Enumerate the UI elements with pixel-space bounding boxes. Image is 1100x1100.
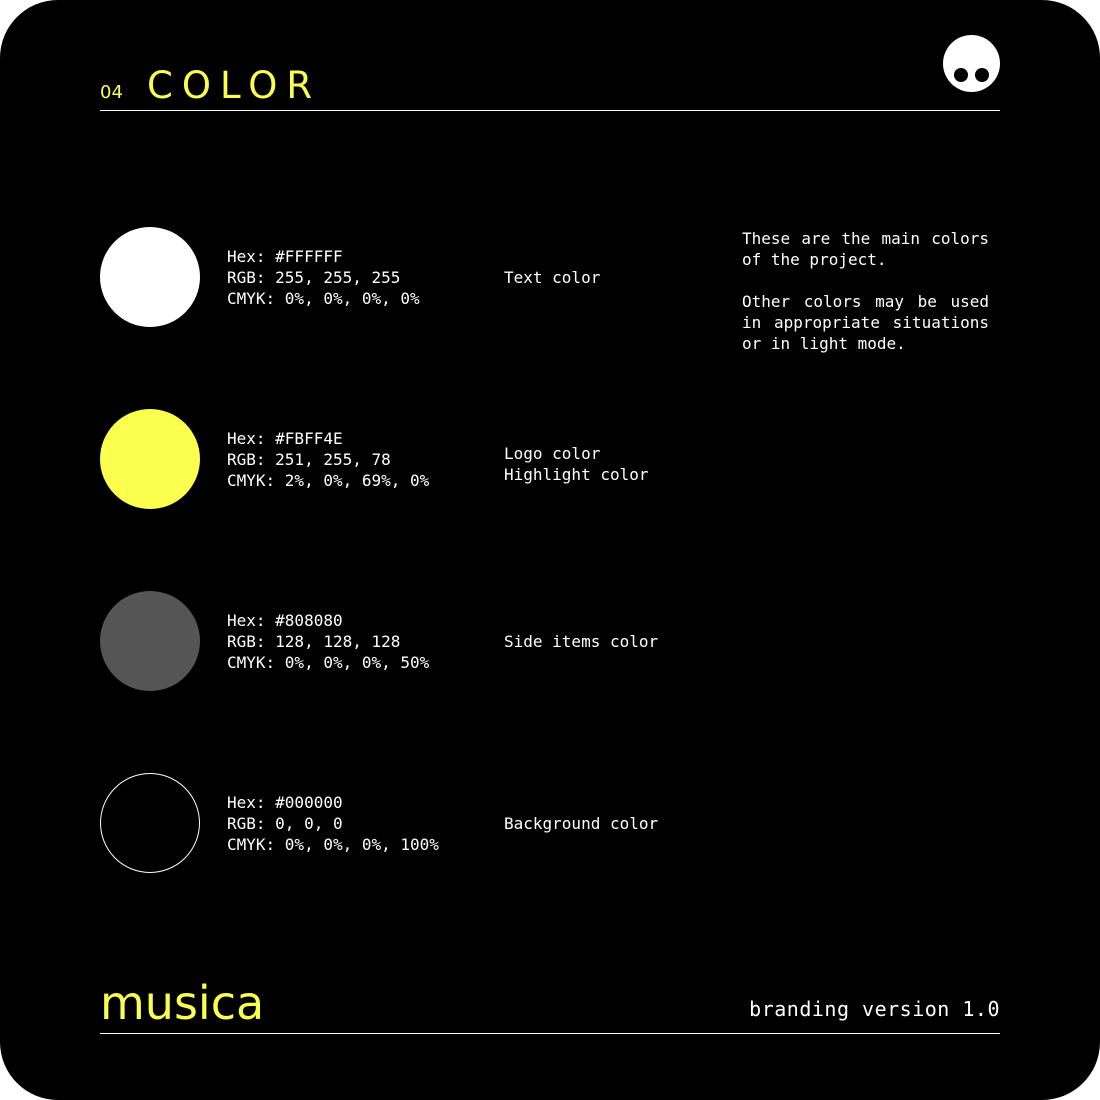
hex-value: Hex: #808080 — [227, 611, 343, 630]
color-usage-gray: Side items color — [504, 631, 658, 652]
face-logo-icon — [943, 35, 1000, 92]
swatch-black — [100, 773, 200, 873]
intro-paragraph: Other colors may be used in appropriate … — [742, 292, 989, 353]
usage-label: Side items color — [504, 632, 659, 651]
logo-eye-right — [975, 68, 989, 82]
branding-version: branding version 1.0 — [749, 997, 1000, 1021]
usage-label: Logo color — [504, 444, 601, 463]
swatch-gray — [100, 591, 200, 691]
intro-text: These are the main colors of the project… — [742, 228, 989, 375]
section-title: COLOR — [147, 64, 322, 107]
rgb-value: RGB: 251, 255, 78 — [227, 450, 391, 469]
page-header: 04 COLOR — [100, 58, 1000, 111]
color-specs-yellow: Hex: #FBFF4E RGB: 251, 255, 78 CMYK: 2%, 0… — [227, 428, 429, 491]
rgb-value: RGB: 0, 0, 0 — [227, 814, 343, 833]
hex-value: Hex: #000000 — [227, 793, 343, 812]
color-specs-white: Hex: #FFFFFF RGB: 255, 255, 255 CMYK: 0%, … — [227, 246, 420, 309]
hex-value: Hex: #FFFFFF — [227, 247, 343, 266]
color-guide-page: 04 COLOR Hex: #FFFFFF RGB: 255, 255, 255 C… — [0, 0, 1100, 1100]
cmyk-value: CMYK: 0%, 0%, 0%, 50% — [227, 653, 430, 672]
color-usage-yellow: Logo color Highlight color — [504, 443, 649, 485]
section-number: 04 — [100, 82, 123, 103]
cmyk-value: CMYK: 0%, 0%, 0%, 0% — [227, 289, 420, 308]
cmyk-value: CMYK: 2%, 0%, 69%, 0% — [227, 471, 430, 490]
rgb-value: RGB: 255, 255, 255 — [227, 268, 401, 287]
usage-label: Background color — [504, 814, 659, 833]
color-specs-black: Hex: #000000 RGB: 0, 0, 0 CMYK: 0%, 0%, 0%… — [227, 792, 439, 855]
intro-paragraph: These are the main colors of the project… — [742, 229, 989, 269]
color-usage-black: Background color — [504, 813, 658, 834]
usage-label: Text color — [504, 268, 601, 287]
color-specs-gray: Hex: #808080 RGB: 128, 128, 128 CMYK: 0%, … — [227, 610, 429, 673]
usage-label: Highlight color — [504, 465, 649, 484]
page-footer: musica branding version 1.0 — [100, 975, 1000, 1034]
color-usage-white: Text color — [504, 267, 600, 288]
logo-eye-left — [954, 68, 968, 82]
swatch-white — [100, 227, 200, 327]
rgb-value: RGB: 128, 128, 128 — [227, 632, 401, 651]
brand-name: musica — [100, 976, 265, 1030]
cmyk-value: CMYK: 0%, 0%, 0%, 100% — [227, 835, 439, 854]
swatch-yellow — [100, 409, 200, 509]
hex-value: Hex: #FBFF4E — [227, 429, 343, 448]
